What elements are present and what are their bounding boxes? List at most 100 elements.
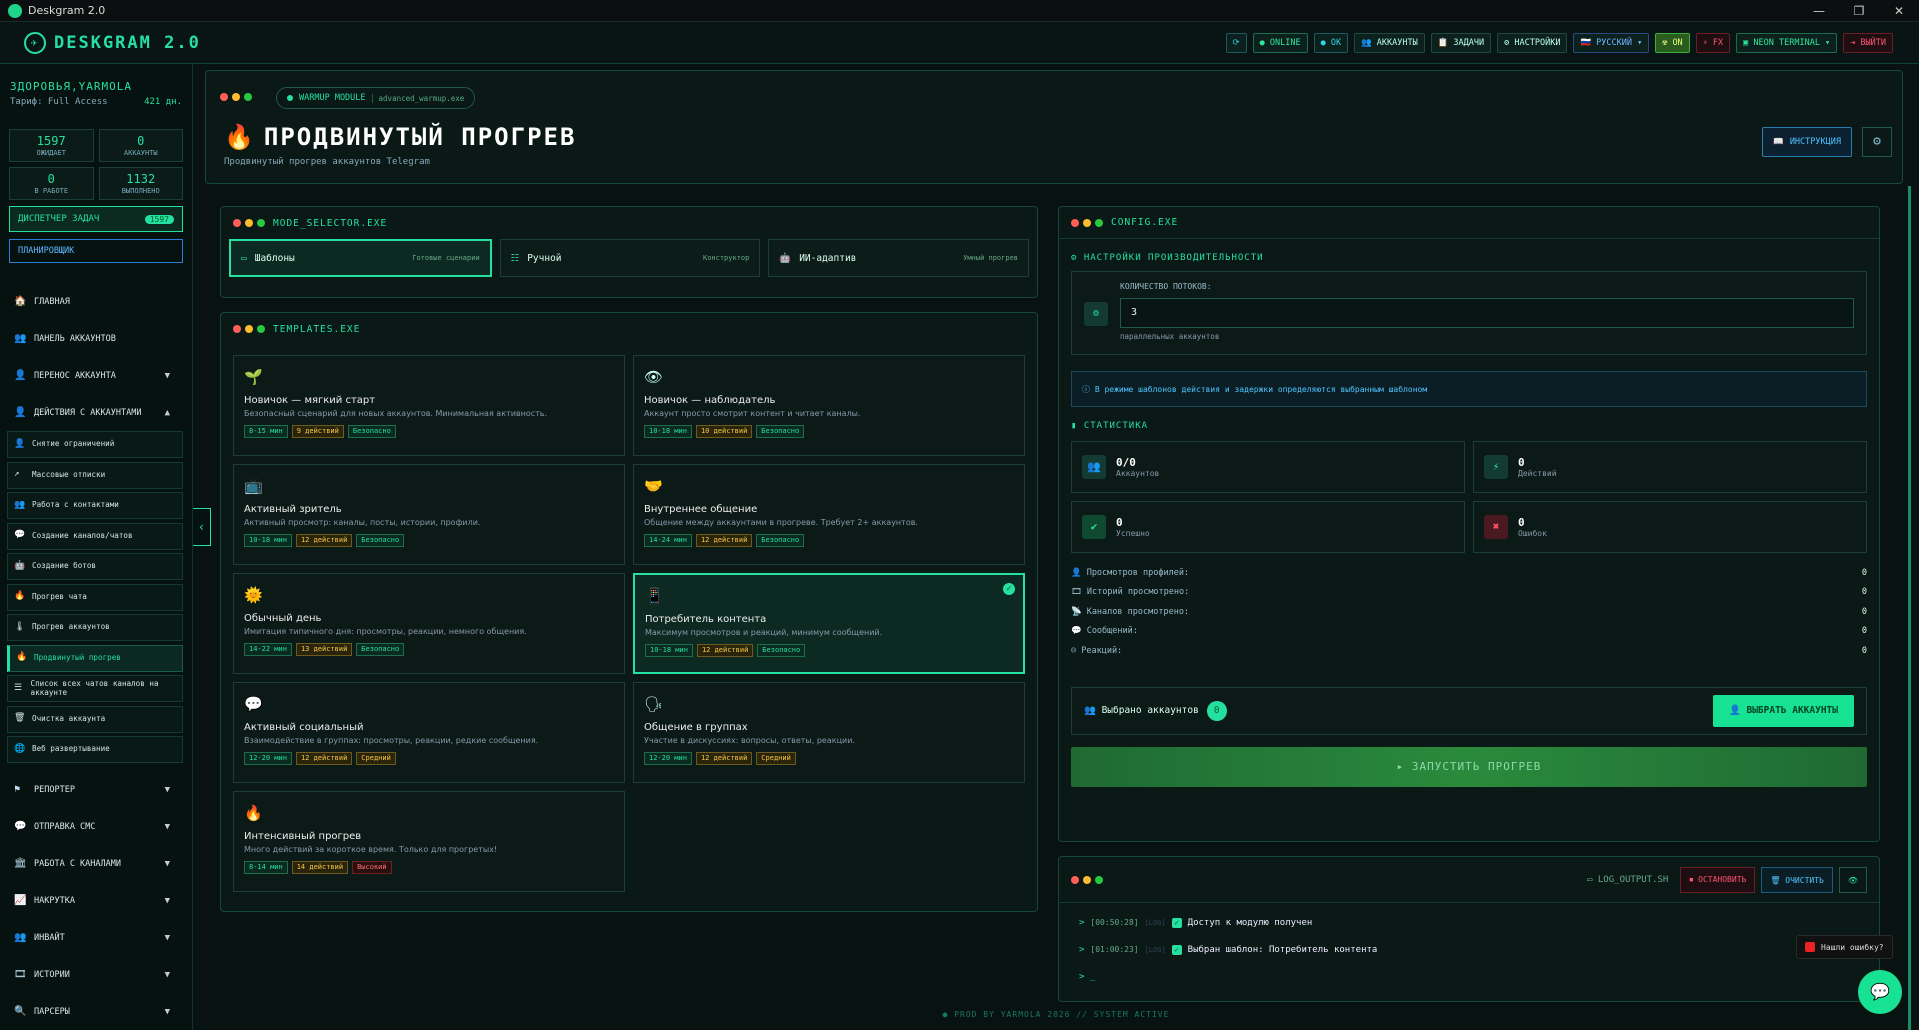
- template-icon: 🤝: [644, 477, 663, 495]
- window-dots: [220, 93, 252, 101]
- stat-box: ✖ 0 Ошибок: [1473, 501, 1867, 553]
- submenu-item[interactable]: 🔥 Продвинутый прогрев: [7, 644, 183, 672]
- close-button[interactable]: ✕: [1879, 0, 1919, 22]
- tarif-days: 421 дн.: [144, 97, 182, 107]
- select-accounts-button[interactable]: 👤 ВЫБРАТЬ АККАУНТЫ: [1712, 694, 1854, 727]
- submenu-label: Снятие ограничений: [32, 439, 115, 449]
- sidebar-item-label: ИНВАЙТ: [34, 932, 65, 943]
- mode-option[interactable]: ☷ Ручной Конструктор: [499, 239, 761, 277]
- config-title: CONFIG.EXE: [1111, 217, 1179, 228]
- app-logo[interactable]: ✈ DESKGRAM 2.0: [24, 31, 201, 54]
- eye-icon[interactable]: 👁: [1838, 867, 1867, 893]
- submenu-item[interactable]: ☰ Список всех чатов каналов на аккаунте: [7, 675, 183, 702]
- sidebar-item[interactable]: 🏛 РАБОТА С КАНАЛАМИ ▼: [0, 845, 192, 882]
- sidebar-item[interactable]: 👤 ДЕЙСТВИЯ С АККАУНТАМИ ▲: [0, 394, 192, 431]
- template-card[interactable]: 🌞 Обычный день Имитация типичного дня: про…: [233, 573, 625, 674]
- planner-button[interactable]: ПЛАНИРОВЩИК: [9, 239, 183, 263]
- mode-label: ИИ-адаптив: [799, 252, 857, 264]
- ok-status[interactable]: ● OK: [1313, 33, 1349, 53]
- actions-tag: 12 действий: [695, 534, 753, 547]
- maximize-button[interactable]: ❐: [1839, 0, 1879, 22]
- template-card[interactable]: 🗣 Общение в группах Участие в дискуссиях: …: [633, 682, 1025, 783]
- module-header: WARMUP MODULE advanced_warmup.exe 🔥 ПРОДВИ…: [205, 70, 1903, 184]
- template-card[interactable]: 💬 Активный социальный Взаимодействие в гру…: [233, 682, 625, 783]
- log-prompt[interactable]: > _: [1079, 972, 1095, 982]
- template-card[interactable]: 📺 Активный зритель Активный просмотр: кана…: [233, 464, 625, 565]
- window-titlebar: Deskgram 2.0 — ❐ ✕: [0, 0, 1919, 22]
- clear-button[interactable]: 🗑 ОЧИСТИТЬ: [1761, 867, 1833, 893]
- submenu-item[interactable]: ↗ Массовые отписки: [7, 461, 183, 489]
- submenu-item[interactable]: 👥 Работа с контактами: [7, 492, 183, 519]
- sidebar-item[interactable]: 🔍 ПАРСЕРЫ ▼: [0, 993, 192, 1030]
- submenu-item[interactable]: 🤖 Создание ботов: [7, 553, 183, 580]
- sidebar-item[interactable]: 👥 ИНВАЙТ ▼: [0, 919, 192, 956]
- chat-icon[interactable]: 💬: [1858, 970, 1902, 1014]
- chevron-icon: ▼: [164, 370, 170, 381]
- stat-label: Ошибок: [1518, 529, 1547, 538]
- refresh-button[interactable]: ⟳: [1225, 33, 1247, 53]
- duration-tag: 10-18 мин: [645, 644, 693, 657]
- mode-option[interactable]: 🤖 ИИ-адаптив Умный прогрев: [768, 239, 1030, 277]
- submenu-item[interactable]: 💬 Создание каналов/чатов: [7, 522, 183, 550]
- template-card[interactable]: 📱 Потребитель контента Максимум просмотров…: [633, 573, 1025, 674]
- logout-button[interactable]: ⇥ ВЫЙТИ: [1843, 33, 1893, 53]
- sidebar-item[interactable]: ⚑ РЕПОРТЕР ▼: [0, 771, 192, 808]
- radiation-toggle[interactable]: ☢ ON: [1655, 33, 1690, 53]
- dispatcher-label: ДИСПЕТЧЕР ЗАДАЧ: [18, 214, 100, 224]
- app-icon: [8, 3, 22, 18]
- submenu-item[interactable]: 🌐 Веб развертывание: [7, 736, 183, 763]
- stat-box: ✔ 0 Успешно: [1071, 501, 1465, 553]
- module-pill-label: WARMUP MODULE: [299, 93, 366, 103]
- gear-icon[interactable]: ⚙: [1862, 127, 1892, 157]
- online-status[interactable]: ● ONLINE: [1252, 33, 1308, 53]
- menu-icon: 👥: [14, 932, 27, 943]
- risk-tag: Безопасно: [356, 534, 405, 547]
- tasks-button[interactable]: 📋 ЗАДАЧИ: [1430, 33, 1492, 53]
- submenu-item[interactable]: 👤 Снятие ограничений: [7, 431, 183, 458]
- instruction-button[interactable]: 📖 ИНСТРУКЦИЯ: [1762, 127, 1852, 157]
- stat-icon: ✔: [1082, 515, 1106, 539]
- sidebar-item[interactable]: 👤 ПЕРЕНОС АККАУНТА ▼: [0, 357, 192, 394]
- sidebar-stats: 1597 ОЖИДАЕТ 0 АККАУНТЫ 0 В РАБОТЕ 1132 ВЫПОЛНЕ…: [9, 129, 183, 200]
- menu-icon: 🏠: [14, 296, 27, 307]
- settings-button[interactable]: ⚙ НАСТРОЙКИ: [1497, 33, 1568, 53]
- task-dispatcher-button[interactable]: ДИСПЕТЧЕР ЗАДАЧ 1597: [9, 206, 183, 232]
- sidebar-item[interactable]: 📈 НАКРУТКА ▼: [0, 882, 192, 919]
- sidebar-item[interactable]: 🏠 ГЛАВНАЯ: [0, 283, 192, 320]
- submenu-item[interactable]: 🗑 Очистка аккаунта: [7, 705, 183, 733]
- template-icon: 🌞: [244, 586, 263, 604]
- actions-tag: 12 действий: [295, 534, 353, 547]
- page-scrollbar[interactable]: [1908, 186, 1911, 1030]
- template-card[interactable]: 👁 Новичок — наблюдатель Аккаунт просто смо…: [633, 355, 1025, 456]
- check-icon: ✓: [1003, 583, 1015, 595]
- submenu-item[interactable]: 🌡 Прогрев аккаунтов: [7, 614, 183, 641]
- threads-input[interactable]: 3: [1120, 298, 1854, 328]
- stat-value: 0: [1518, 456, 1525, 469]
- accounts-button[interactable]: 👥 АККАУНТЫ: [1354, 33, 1425, 53]
- theme-select[interactable]: ▣ NEON TERMINAL ▾: [1736, 33, 1838, 53]
- chevron-down-icon: ▼: [164, 784, 170, 795]
- start-warmup-button[interactable]: ▸ ЗАПУСТИТЬ ПРОГРЕВ: [1071, 746, 1867, 787]
- stat-row-label: 🎞 Историй просмотрено:: [1071, 587, 1190, 598]
- minimize-button[interactable]: —: [1799, 0, 1839, 22]
- stat-label: В РАБОТЕ: [34, 187, 69, 195]
- stat-value: 0/0: [1116, 456, 1136, 469]
- window-title: Deskgram 2.0: [28, 4, 106, 17]
- sidebar-item[interactable]: 🎞 ИСТОРИИ ▼: [0, 956, 192, 993]
- fx-toggle[interactable]: ⚡ FX: [1695, 33, 1731, 53]
- stat-box: ⚡ 0 Действий: [1473, 441, 1867, 493]
- template-card[interactable]: 🤝 Внутреннее общение Общение между аккаунт…: [633, 464, 1025, 565]
- language-select[interactable]: 🇷🇺 РУССКИЙ ▾: [1573, 33, 1650, 53]
- report-bug-button[interactable]: Нашли ошибку?: [1796, 935, 1893, 959]
- stat-value: 0: [47, 172, 55, 186]
- template-card[interactable]: 🔥 Интенсивный прогрев Много действий за ко…: [233, 791, 625, 892]
- sidebar-item[interactable]: 👥 ПАНЕЛЬ АККАУНТОВ: [0, 320, 192, 357]
- templates-panel: TEMPLATES.EXE 🌱 Новичок — мягкий старт Без…: [220, 312, 1038, 912]
- submenu-item[interactable]: 🔥 Прогрев чата: [7, 583, 183, 611]
- mode-selector-title: MODE_SELECTOR.EXE: [273, 217, 388, 229]
- sidebar-collapse-button[interactable]: ‹: [193, 508, 211, 546]
- stop-button[interactable]: ⏹ ОСТАНОВИТЬ: [1680, 867, 1756, 893]
- sidebar-item[interactable]: 💬 ОТПРАВКА СМС ▼: [0, 808, 192, 845]
- mode-option[interactable]: ▭ Шаблоны Готовые сценарии: [229, 239, 492, 277]
- template-card[interactable]: 🌱 Новичок — мягкий старт Безопасный сценар…: [233, 355, 625, 456]
